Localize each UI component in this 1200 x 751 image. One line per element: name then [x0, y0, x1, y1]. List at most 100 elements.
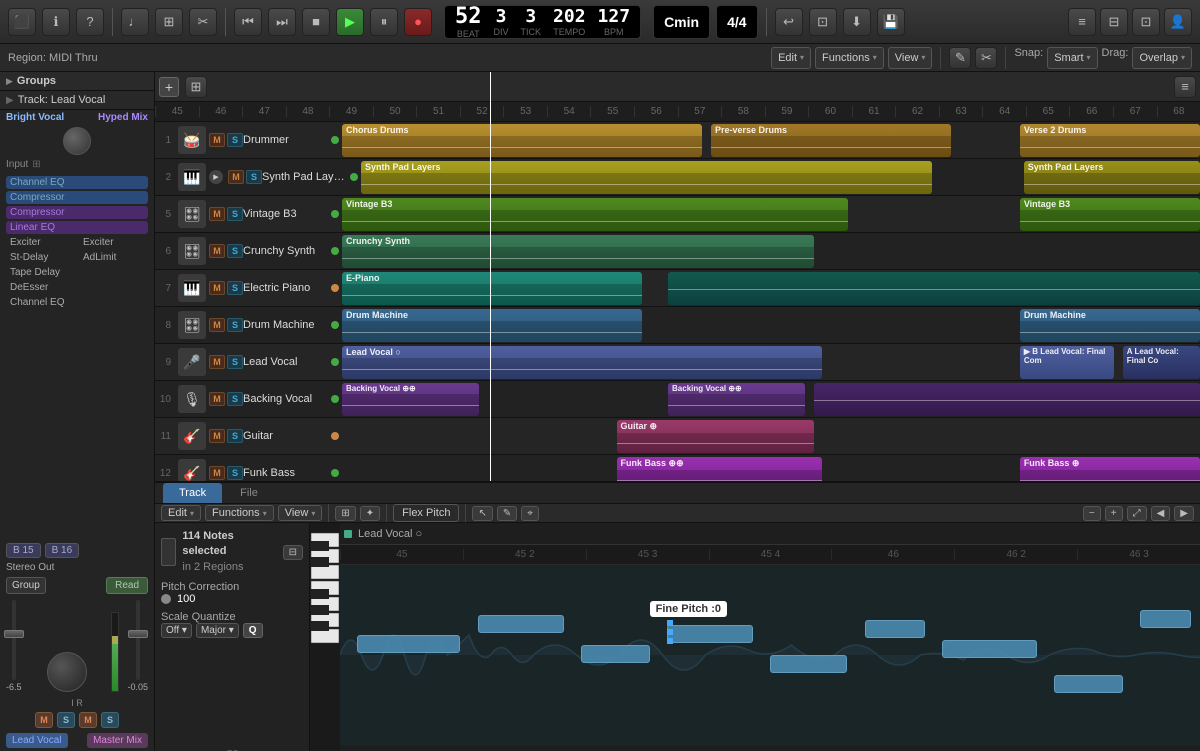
track-solo-9[interactable]: S	[227, 355, 243, 369]
master-name-badge[interactable]: Master Mix	[87, 733, 148, 748]
region-lead-vocal3[interactable]: A Lead Vocal: Final Co	[1123, 346, 1200, 379]
browser-btn[interactable]: ⊟	[1100, 8, 1128, 36]
scroll-left-btn[interactable]: ◀	[1151, 506, 1171, 521]
flex-mode-btn[interactable]: ⊞	[335, 506, 355, 521]
region-synth2[interactable]: Synth Pad Layers	[1024, 161, 1200, 194]
pitch-note-5[interactable]	[770, 655, 847, 673]
pitch-note-7[interactable]	[942, 640, 1037, 658]
track-mute-1[interactable]: M	[209, 133, 225, 147]
region-crunchy[interactable]: Crunchy Synth	[342, 235, 814, 268]
track-regions-7[interactable]: E-Piano	[342, 270, 1200, 306]
edit-mode-btn[interactable]: ⊞	[155, 8, 183, 36]
plugin-st-delay[interactable]: St-Delay	[6, 251, 75, 264]
track-regions-1[interactable]: Chorus Drums Pre-verse Drums Verse 2 Dru…	[342, 122, 1200, 158]
edit-menu[interactable]: Edit▾	[771, 47, 811, 69]
scale-major-select[interactable]: Major ▾	[196, 623, 239, 638]
region-b3-2[interactable]: Vintage B3	[1020, 198, 1200, 231]
stop-btn[interactable]: ■	[302, 8, 330, 36]
track-mute-7[interactable]: M	[209, 281, 225, 295]
solo-btn2[interactable]: S	[101, 712, 119, 728]
pencil-tool[interactable]: ✎	[949, 47, 971, 69]
download-btn[interactable]: ⬇	[843, 8, 871, 36]
pitch-note-9[interactable]	[1140, 610, 1192, 628]
track-mute-9[interactable]: M	[209, 355, 225, 369]
plugin-exciter1[interactable]: Exciter	[6, 236, 75, 249]
rewind-btn[interactable]: ⏮	[234, 8, 262, 36]
mute-btn2[interactable]: M	[79, 712, 97, 728]
editor-view-menu[interactable]: View▾	[278, 505, 323, 521]
info-btn[interactable]: ℹ	[42, 8, 70, 36]
pitch-note-2[interactable]	[478, 615, 564, 633]
track-regions-9[interactable]: Lead Vocal ○ ▶ B Lead Vocal: Final Com A…	[342, 344, 1200, 380]
cursor-tool[interactable]: ↖	[472, 506, 492, 521]
editor-btn[interactable]: ⊡	[1132, 8, 1160, 36]
tab-file[interactable]: File	[224, 483, 274, 503]
logo-btn[interactable]: ⬛	[8, 8, 36, 36]
track-mute-10[interactable]: M	[209, 392, 225, 406]
track-solo-10[interactable]: S	[227, 392, 243, 406]
region-funk1[interactable]: Funk Bass ⊕⊕	[617, 457, 823, 481]
track-regions-12[interactable]: Funk Bass ⊕⊕ Funk Bass ⊕	[342, 455, 1200, 481]
track-mute-12[interactable]: M	[209, 466, 225, 480]
auto-btn[interactable]: Read	[106, 577, 148, 594]
track-regions-8[interactable]: Drum Machine Drum Machine	[342, 307, 1200, 343]
region-preverse[interactable]: Pre-verse Drums	[711, 124, 951, 157]
scissors-tool[interactable]: ✂	[975, 47, 997, 69]
region-verse2[interactable]: Verse 2 Drums	[1020, 124, 1200, 157]
record-btn[interactable]: ●	[404, 8, 432, 36]
region-drum-machine1[interactable]: Drum Machine	[342, 309, 642, 342]
fader-thumb-right[interactable]	[128, 630, 148, 638]
plugin-compressor2[interactable]: Compressor	[6, 206, 148, 219]
region-funk2[interactable]: Funk Bass ⊕	[1020, 457, 1200, 481]
track-solo-7[interactable]: S	[227, 281, 243, 295]
fit-btn[interactable]: ⤢	[1127, 506, 1147, 521]
region-chorus-drums[interactable]: Chorus Drums	[342, 124, 702, 157]
region-backing2[interactable]: Backing Vocal ⊕⊕	[668, 383, 805, 416]
pitch-btn[interactable]: ✦	[360, 506, 380, 521]
plugin-adlimit[interactable]: AdLimit	[79, 251, 148, 264]
plugin-exciter2[interactable]: Exciter	[79, 236, 148, 249]
zoom-in-btn[interactable]: +	[1105, 506, 1123, 521]
fader-thumb-left[interactable]	[4, 630, 24, 638]
pause-btn[interactable]: ⏸	[370, 8, 398, 36]
settings-btn[interactable]: 👤	[1164, 8, 1192, 36]
plugin-tape-delay[interactable]: Tape Delay	[6, 266, 148, 279]
pitch-correction-knob[interactable]	[161, 594, 171, 604]
track-solo-1[interactable]: S	[227, 133, 243, 147]
time-sig-display[interactable]: 4/4	[716, 5, 757, 39]
view-menu[interactable]: View▾	[888, 47, 933, 69]
region-lead-vocal2[interactable]: ▶ B Lead Vocal: Final Com	[1020, 346, 1114, 379]
solo-btn[interactable]: S	[57, 712, 75, 728]
play-btn[interactable]: ▶	[336, 8, 364, 36]
plugin-channel-eq[interactable]: Channel EQ	[6, 176, 148, 189]
pencil-tool2[interactable]: ✎	[497, 506, 517, 521]
zoom-tool[interactable]: ⌖	[521, 506, 539, 521]
track-regions-2[interactable]: Synth Pad Layers Synth Pad Layers	[361, 159, 1200, 195]
flex-pitch-select[interactable]: Flex Pitch	[393, 504, 459, 522]
pitch-notes-canvas[interactable]: Fine Pitch :0	[340, 565, 1200, 745]
track-solo-5[interactable]: S	[227, 207, 243, 221]
cut-btn[interactable]: ✂	[189, 8, 217, 36]
group-btn[interactable]: Group	[6, 577, 46, 594]
track-mute-2[interactable]: M	[228, 170, 244, 184]
region-toggle-btn[interactable]: ⊟	[283, 545, 303, 560]
track-regions-6[interactable]: Crunchy Synth	[342, 233, 1200, 269]
zoom-out-btn[interactable]: −	[1083, 506, 1101, 521]
bus-b16[interactable]: B 16	[45, 543, 80, 558]
metronome-btn[interactable]: ♩	[121, 8, 149, 36]
track-regions-11[interactable]: Guitar ⊕	[342, 418, 1200, 454]
pitch-note-3[interactable]	[581, 645, 650, 663]
plugin-linear-eq[interactable]: Linear EQ	[6, 221, 148, 234]
track-mute-8[interactable]: M	[209, 318, 225, 332]
key-display[interactable]: Cmin	[653, 5, 710, 39]
undo-btn[interactable]: ↩	[775, 8, 803, 36]
pan-knob[interactable]	[47, 652, 87, 692]
track-solo-6[interactable]: S	[227, 244, 243, 258]
track-settings-btn[interactable]: ⊞	[185, 76, 207, 98]
functions-menu[interactable]: Functions▾	[815, 47, 884, 69]
region-backing3[interactable]	[814, 383, 1200, 416]
region-epiano2[interactable]	[668, 272, 1200, 305]
region-drum-machine2[interactable]: Drum Machine	[1020, 309, 1200, 342]
groups-row[interactable]: ▶ Groups	[0, 72, 154, 91]
flex-pitch-area[interactable]: Lead Vocal ○ 45 45 2 45 3 45 4 46 46 2 4…	[340, 523, 1200, 751]
